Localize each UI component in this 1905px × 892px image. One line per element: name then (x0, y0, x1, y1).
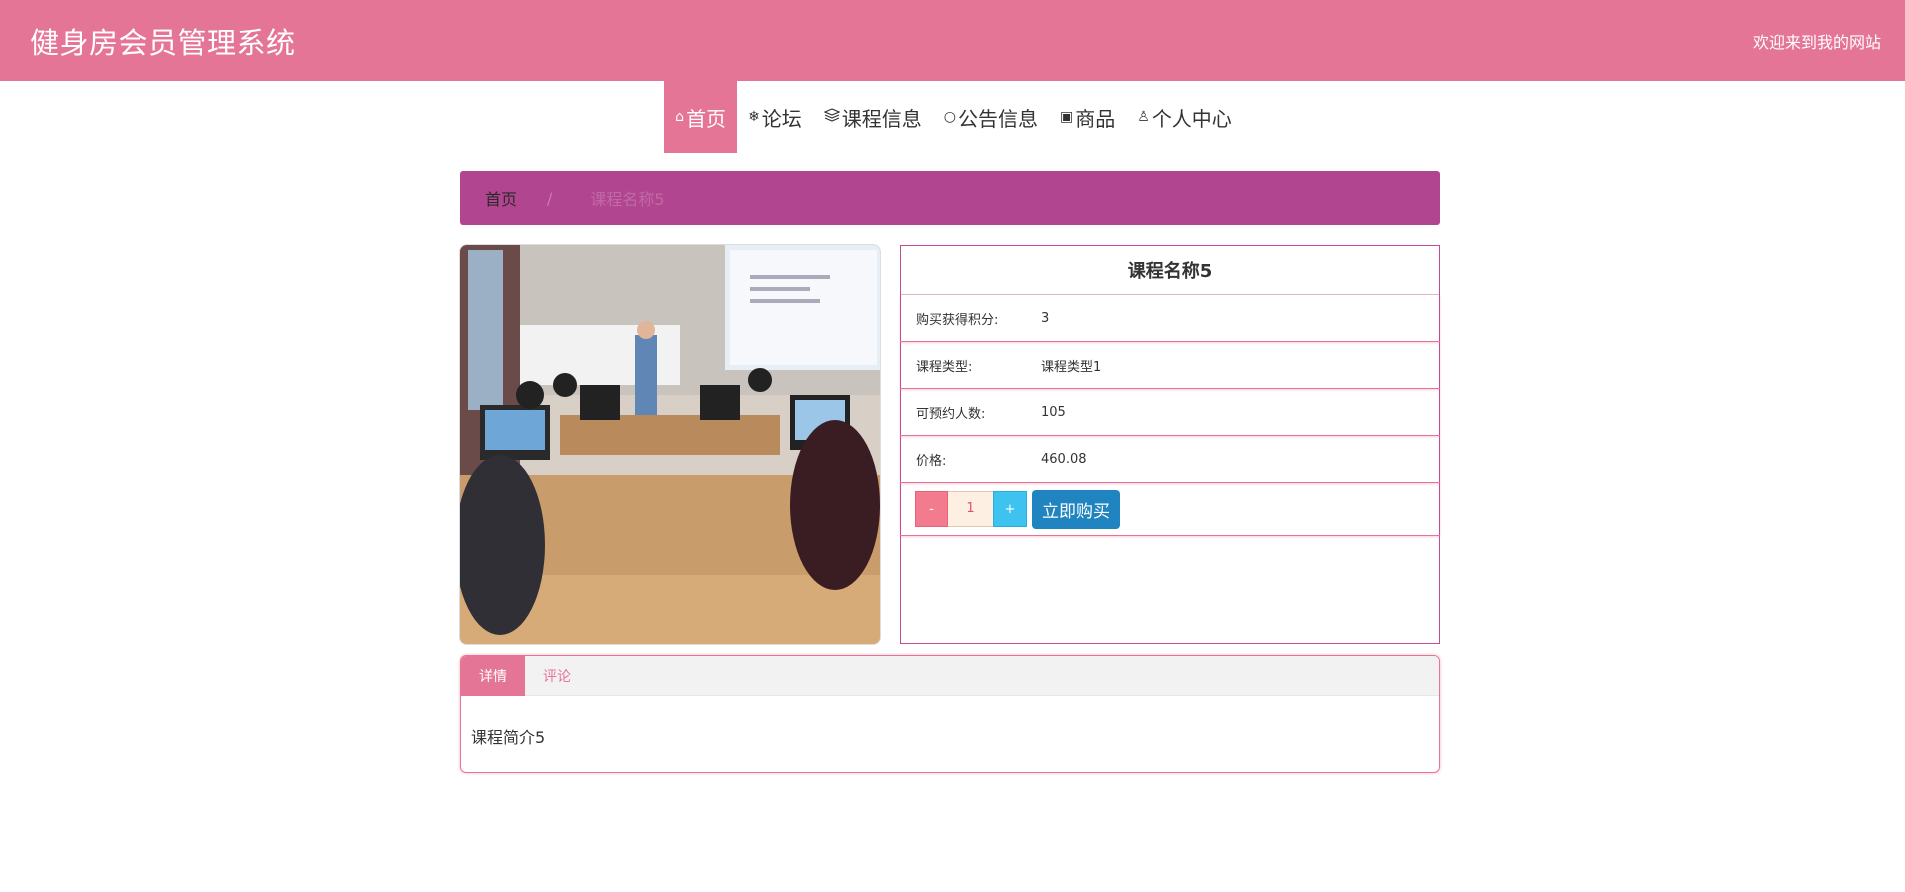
nav-item-label: 课程信息 (841, 106, 922, 131)
breadcrumb: 首页 / 课程名称5 (460, 171, 1440, 225)
buy-now-button[interactable]: 立即购买 (1032, 489, 1120, 529)
main-nav: ⌂ 首页 ❄ 论坛 课程信息 ○ 公告信息 ▣ 商品 ♙ 个人中心 (0, 81, 1905, 153)
info-row-capacity: 可预约人数: 105 (900, 389, 1440, 436)
nav-item-label: 论坛 (761, 106, 802, 131)
site-title: 健身房会员管理系统 (30, 25, 296, 60)
tab-content: 课程简介5 (471, 728, 546, 747)
course-image (459, 244, 881, 645)
nav-item-label: 商品 (1075, 106, 1116, 131)
breadcrumb-home-link[interactable]: 首页 (485, 186, 517, 210)
nav-item-forum[interactable]: ❄ 论坛 (737, 81, 813, 153)
info-row-points: 购买获得积分: 3 (900, 295, 1440, 342)
course-title: 课程名称5 (901, 246, 1439, 295)
gift-icon: ▣ (1060, 109, 1074, 125)
nav-item-courses[interactable]: 课程信息 (813, 81, 933, 153)
nav-item-profile[interactable]: ♙ 个人中心 (1126, 81, 1243, 153)
info-row-price: 价格: 460.08 (900, 436, 1440, 483)
snowflake-icon: ❄ (748, 109, 760, 125)
decrease-quantity-button[interactable]: - (915, 491, 948, 527)
tab-details[interactable]: 详情 (461, 656, 525, 696)
book-icon (823, 108, 841, 126)
breadcrumb-current: 课程名称5 (590, 190, 665, 209)
course-info-panel: 课程名称5 购买获得积分: 3 课程类型: 课程类型1 可预约人数: 105 价… (900, 245, 1440, 644)
info-label: 可预约人数: (916, 406, 986, 422)
user-icon: ♙ (1137, 109, 1150, 125)
increase-quantity-button[interactable]: + (993, 491, 1027, 527)
welcome-text: 欢迎来到我的网站 (1752, 32, 1881, 52)
nav-item-notices[interactable]: ○ 公告信息 (933, 81, 1049, 153)
info-value: 105 (1041, 404, 1066, 420)
quantity-input[interactable]: 1 (948, 491, 993, 527)
info-row-type: 课程类型: 课程类型1 (900, 342, 1440, 389)
header-bar: 健身房会员管理系统 欢迎来到我的网站 (0, 0, 1905, 81)
purchase-row: - 1 + 立即购买 (900, 483, 1440, 536)
bubble-icon: ○ (943, 109, 957, 125)
tab-comments[interactable]: 评论 (525, 656, 589, 696)
detail-tabs: 详情 评论 课程简介5 (460, 655, 1440, 773)
info-label: 购买获得积分: (916, 312, 999, 328)
info-label: 价格: (916, 453, 947, 469)
nav-item-label: 个人中心 (1151, 106, 1232, 131)
info-value: 课程类型1 (1041, 359, 1102, 375)
tabs-header: 详情 评论 (461, 656, 1439, 696)
nav-item-label: 公告信息 (958, 106, 1039, 131)
home-icon: ⌂ (675, 109, 685, 125)
info-label: 课程类型: (916, 359, 973, 375)
info-value: 460.08 (1041, 451, 1087, 467)
nav-item-goods[interactable]: ▣ 商品 (1049, 81, 1126, 153)
nav-item-label: 首页 (686, 106, 727, 131)
breadcrumb-separator: / (547, 188, 553, 208)
info-value: 3 (1041, 310, 1050, 326)
nav-item-home[interactable]: ⌂ 首页 (664, 81, 738, 153)
